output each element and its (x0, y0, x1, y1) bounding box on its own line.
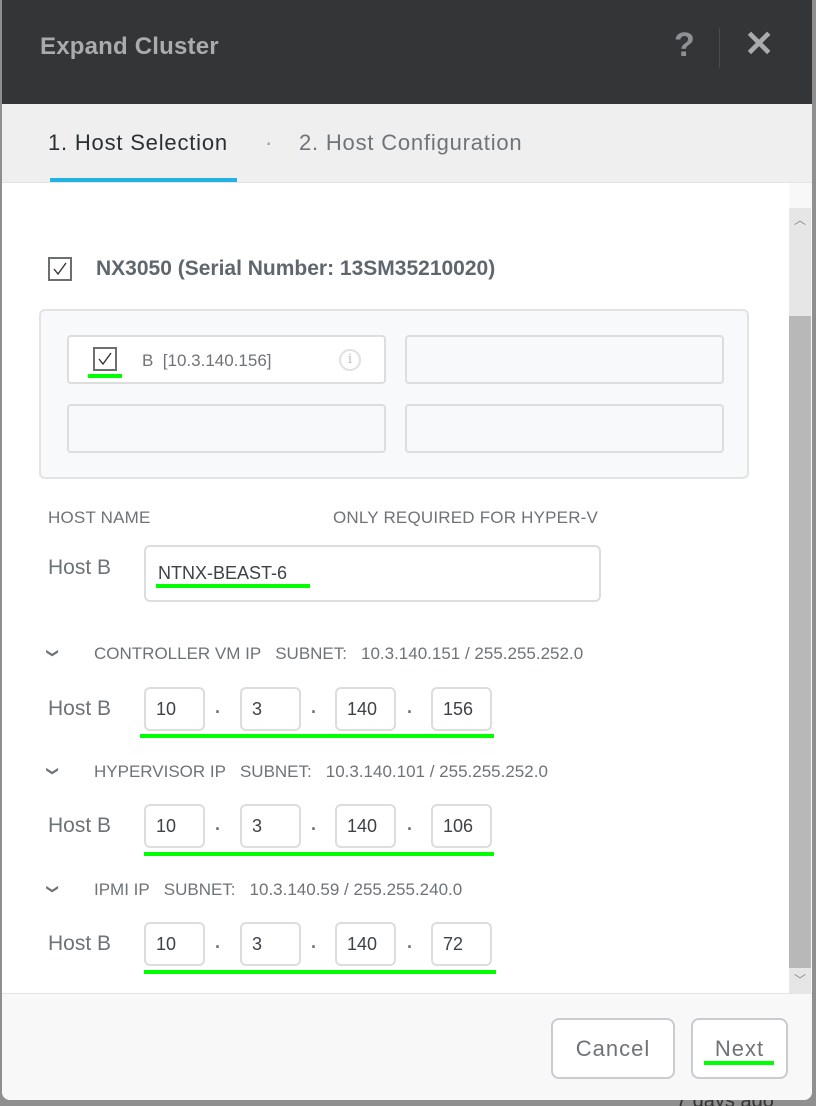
hypervisor-ip-header: HYPERVISOR IP SUBNET: 10.3.140.101 / 255.2… (94, 762, 562, 782)
host-b-checkbox[interactable] (93, 347, 117, 371)
controller-vm-ip-header: CONTROLLER VM IP SUBNET: 10.3.140.151 / 25… (94, 644, 597, 664)
help-icon[interactable]: ? (674, 26, 695, 65)
ip-separator: . (311, 697, 317, 717)
dialog-titlebar: Expand Cluster ? ✕ (2, 0, 812, 104)
tab-separator: · (265, 130, 273, 155)
highlight-underline (88, 374, 122, 378)
hyperv-note: ONLY REQUIRED FOR HYPER-V (333, 508, 599, 527)
host-label: Host B (48, 932, 112, 955)
ip-separator: . (407, 932, 413, 952)
host-label: Host B (48, 697, 112, 720)
dialog-footer: Cancel Next (2, 993, 812, 1100)
node-checkbox[interactable] (48, 257, 72, 281)
host-slot-empty (405, 335, 724, 384)
section-name: CONTROLLER VM IP (94, 644, 262, 663)
hypervisor-ip-octet-1[interactable] (144, 804, 205, 848)
subnet-label: SUBNET: (239, 762, 312, 781)
host-slots-panel: B [10.3.140.156] i (39, 309, 749, 479)
checkmark-icon (98, 352, 112, 366)
ipmi-ip-octet-2[interactable] (240, 922, 301, 966)
ipmi-ip-octet-3[interactable] (335, 922, 396, 966)
info-icon[interactable]: i (339, 349, 361, 371)
host-slot-label: B [10.3.140.156] (142, 351, 272, 370)
expand-cluster-dialog: Expand Cluster ? ✕ 1. Host Selection · 2… (2, 0, 812, 1100)
subnet-value: 10.3.140.151 / 255.255.252.0 (361, 644, 584, 663)
subnet-label: SUBNET: (275, 644, 347, 663)
section-name: HYPERVISOR IP (94, 762, 226, 781)
scroll-up-icon[interactable]: ︿ (789, 208, 811, 232)
close-icon[interactable]: ✕ (744, 26, 774, 62)
next-button[interactable]: Next (691, 1018, 788, 1079)
host-label: Host B (48, 556, 112, 579)
ip-separator: . (311, 814, 317, 834)
dialog-content: NX3050 (Serial Number: 13SM35210020) B [… (2, 183, 789, 993)
active-tab-indicator (50, 178, 237, 182)
host-label: Host B (48, 814, 112, 837)
tab-host-selection[interactable]: 1. Host Selection (48, 130, 228, 156)
section-name: IPMI IP (94, 880, 150, 899)
ipmi-ip-header: IPMI IP SUBNET: 10.3.140.59 / 255.255.240.… (94, 880, 476, 900)
cvm-ip-octet-2[interactable] (240, 687, 301, 731)
tab-host-configuration[interactable]: 2. Host Configuration (299, 130, 522, 156)
highlight-underline (156, 584, 310, 588)
node-title: NX3050 (Serial Number: 13SM35210020) (96, 257, 496, 280)
dialog-title: Expand Cluster (40, 33, 219, 60)
vertical-scrollbar[interactable]: ︿ ﹀ (789, 208, 811, 993)
ip-separator: . (311, 932, 317, 952)
scroll-down-icon[interactable]: ﹀ (789, 968, 811, 993)
titlebar-divider (719, 28, 720, 68)
hypervisor-ip-octet-3[interactable] (335, 804, 396, 848)
hypervisor-ip-octet-2[interactable] (240, 804, 301, 848)
subnet-label: SUBNET: (163, 880, 236, 899)
highlight-underline (144, 970, 496, 974)
scrollbar-thumb[interactable] (789, 316, 811, 968)
ipmi-ip-octet-1[interactable] (144, 922, 205, 966)
cvm-ip-octet-4[interactable] (431, 687, 492, 731)
highlight-underline (140, 734, 494, 738)
hypervisor-ip-octet-4[interactable] (431, 804, 492, 848)
chevron-down-icon[interactable]: ❯ (46, 766, 60, 776)
ip-separator: . (407, 697, 413, 717)
host-name-header: HOST NAME (48, 508, 151, 527)
cvm-ip-octet-3[interactable] (335, 687, 396, 731)
subnet-value: 10.3.140.59 / 255.255.240.0 (249, 880, 463, 899)
ip-separator: . (215, 697, 221, 717)
highlight-underline (704, 1061, 774, 1065)
chevron-down-icon[interactable]: ❯ (46, 648, 60, 658)
ip-separator: . (215, 932, 221, 952)
host-name-input[interactable] (144, 545, 601, 602)
checkmark-icon (53, 262, 67, 276)
host-slot-empty (67, 404, 386, 453)
highlight-underline (144, 852, 494, 856)
subnet-value: 10.3.140.101 / 255.255.252.0 (325, 762, 548, 781)
cancel-button[interactable]: Cancel (551, 1018, 675, 1079)
ip-separator: . (215, 814, 221, 834)
ip-separator: . (407, 814, 413, 834)
chevron-down-icon[interactable]: ❯ (46, 884, 60, 894)
ipmi-ip-octet-4[interactable] (431, 922, 492, 966)
host-slot-empty (405, 404, 724, 453)
cvm-ip-octet-1[interactable] (144, 687, 205, 731)
wizard-steps: 1. Host Selection · 2. Host Configuratio… (2, 104, 812, 183)
